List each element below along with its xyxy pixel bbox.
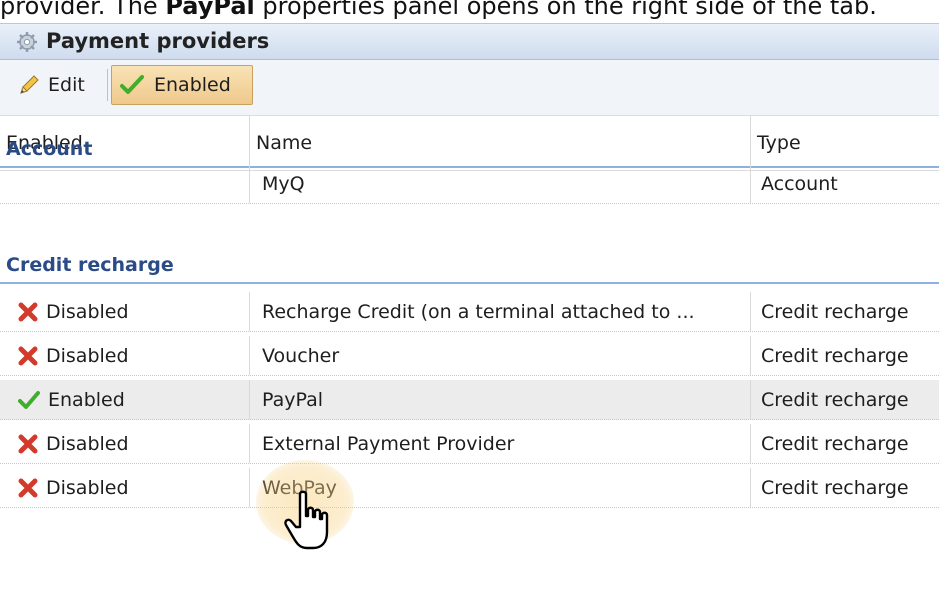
edit-button-label: Edit [48, 74, 85, 96]
enabled-button-label: Enabled [154, 74, 231, 96]
status-cell: Disabled [0, 292, 249, 331]
type-cell: Account [761, 172, 838, 195]
type-cell: Credit recharge [761, 300, 909, 323]
status-cell: Disabled [0, 468, 249, 507]
group-header[interactable]: Credit recharge [0, 248, 939, 284]
status-cell [0, 164, 249, 203]
gear-icon [17, 32, 37, 52]
status-label: Disabled [46, 300, 129, 323]
type-cell: Credit recharge [761, 344, 909, 367]
type-cell: Credit recharge [761, 388, 909, 411]
table-row[interactable]: Disabled WebPay Credit recharge [0, 468, 939, 508]
checkmark-icon [18, 390, 40, 409]
panel-title: Payment providers [46, 29, 270, 53]
name-cell: Voucher [262, 344, 340, 367]
red-x-icon [18, 302, 38, 321]
red-x-icon [18, 478, 38, 497]
table-row[interactable]: Disabled Voucher Credit recharge [0, 336, 939, 376]
table-row[interactable]: Disabled External Payment Provider Credit … [0, 424, 939, 464]
panel-titlebar: Payment providers [0, 23, 939, 60]
group-header[interactable]: Account [0, 132, 939, 168]
name-cell: WebPay [262, 476, 337, 499]
checkmark-icon [120, 75, 144, 94]
toolbar-separator [107, 69, 108, 101]
type-cell: Credit recharge [761, 476, 909, 499]
name-cell: External Payment Provider [262, 432, 515, 455]
red-x-icon [18, 434, 38, 453]
intro-text: provider. The PayPal properties panel op… [0, 0, 877, 20]
name-cell: Recharge Credit (on a terminal attached … [262, 300, 695, 323]
status-cell: Enabled [0, 380, 249, 419]
table-row[interactable]: Enabled PayPal Credit recharge [0, 380, 939, 420]
pencil-icon [20, 75, 39, 94]
status-cell: Disabled [0, 336, 249, 375]
status-label: Disabled [46, 432, 129, 455]
status-label: Disabled [46, 476, 129, 499]
toolbar: Edit Enabled [0, 60, 939, 116]
name-cell: MyQ [262, 172, 305, 195]
red-x-icon [18, 346, 38, 365]
status-label: Disabled [46, 344, 129, 367]
status-label: Enabled [48, 388, 125, 411]
status-cell: Disabled [0, 424, 249, 463]
table-row[interactable]: Disabled Recharge Credit (on a terminal a… [0, 292, 939, 332]
enabled-button[interactable]: Enabled [111, 65, 253, 105]
name-cell: PayPal [262, 388, 324, 411]
type-cell: Credit recharge [761, 432, 909, 455]
edit-button[interactable]: Edit [8, 65, 106, 105]
table-row[interactable]: MyQ Account [0, 164, 939, 204]
